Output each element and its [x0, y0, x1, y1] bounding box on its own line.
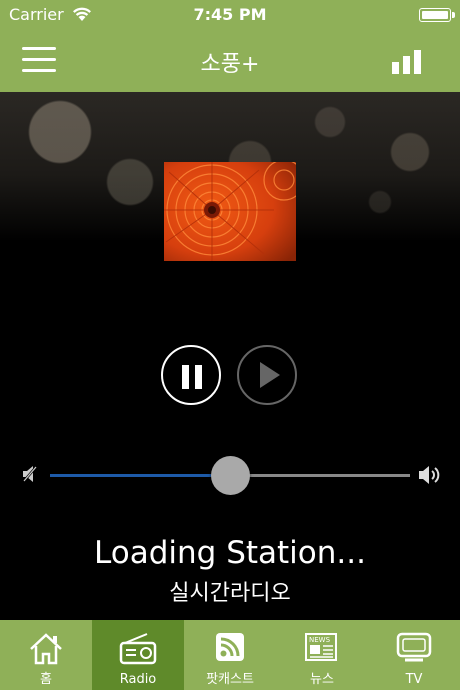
- clock: 7:45 PM: [193, 5, 267, 24]
- svg-text:NEWS: NEWS: [309, 636, 331, 644]
- tab-tv[interactable]: TV: [368, 620, 460, 690]
- battery-icon: [419, 8, 455, 22]
- tab-label: TV: [405, 672, 423, 687]
- home-icon: [30, 633, 62, 665]
- station-subtitle: 실시간라디오: [169, 581, 291, 606]
- pause-icon: [182, 365, 189, 389]
- nav-bar: 소풍+: [0, 30, 460, 92]
- app-title: 소풍+: [200, 52, 260, 77]
- equalizer-icon[interactable]: [392, 50, 422, 74]
- tab-news[interactable]: NEWS 뉴스: [276, 620, 368, 690]
- tab-bar: 홈 Radio 팟캐스트 NEWS 뉴스 TV: [0, 620, 460, 690]
- tab-label: Radio: [119, 672, 157, 687]
- play-icon: [260, 362, 280, 388]
- volume-slider-thumb[interactable]: [211, 456, 250, 495]
- tab-label: 홈: [40, 672, 52, 687]
- play-button[interactable]: [237, 345, 297, 405]
- album-artwork: [164, 162, 296, 261]
- tab-home[interactable]: 홈: [0, 620, 92, 690]
- volume-mute-icon: [23, 466, 37, 482]
- news-icon: NEWS: [305, 633, 337, 661]
- pause-button[interactable]: [161, 345, 221, 405]
- tab-label: 뉴스: [310, 672, 334, 687]
- tab-label: 팟캐스트: [206, 672, 254, 687]
- tab-radio[interactable]: Radio: [92, 620, 184, 690]
- status-bar: Carrier 7:45 PM: [0, 0, 460, 30]
- volume-high-icon: [419, 466, 440, 484]
- radio-icon: [119, 633, 157, 665]
- station-title: Loading Station...: [94, 535, 366, 571]
- tab-podcast[interactable]: 팟캐스트: [184, 620, 276, 690]
- podcast-icon: [216, 633, 244, 661]
- tv-icon: [396, 632, 432, 662]
- volume-slider[interactable]: [50, 456, 410, 495]
